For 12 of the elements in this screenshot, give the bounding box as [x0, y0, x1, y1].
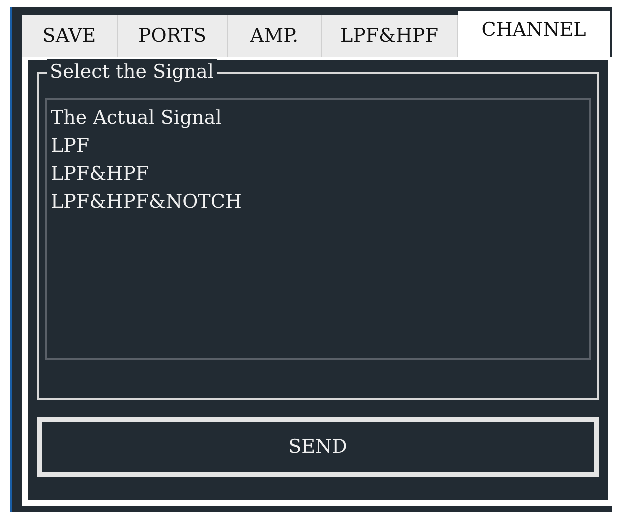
- list-item[interactable]: LPF&HPF&NOTCH: [51, 188, 242, 216]
- list-item[interactable]: The Actual Signal: [51, 104, 222, 132]
- list-item[interactable]: LPF&HPF: [51, 160, 150, 188]
- list-item[interactable]: LPF: [51, 132, 90, 160]
- tab[interactable]: CHANNEL: [458, 11, 610, 57]
- tab[interactable]: PORTS: [118, 15, 228, 57]
- tab[interactable]: SAVE: [22, 15, 118, 57]
- tab[interactable]: LPF&HPF: [322, 15, 458, 57]
- send-button[interactable]: SEND: [37, 417, 599, 477]
- signal-listbox[interactable]: The Actual Signal LPF LPF&HPF LPF&HPF&NOTCH: [45, 98, 591, 360]
- group-title: Select the Signal: [47, 59, 217, 85]
- tab[interactable]: AMP.: [228, 15, 322, 57]
